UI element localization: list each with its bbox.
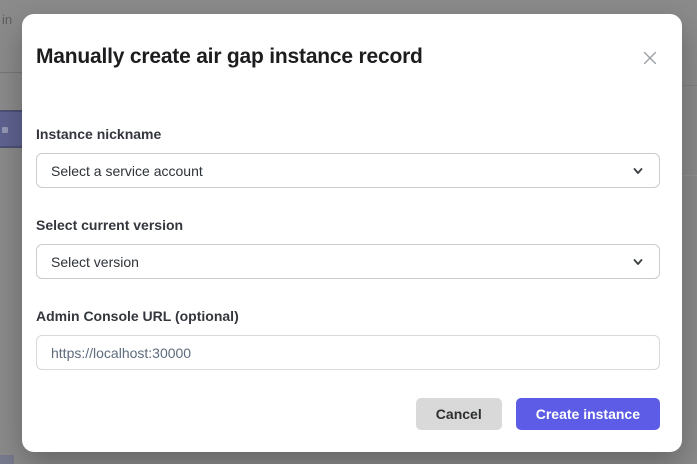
current-version-label: Select current version	[36, 217, 660, 233]
modal-title: Manually create air gap instance record	[36, 44, 423, 70]
background-divider	[0, 72, 22, 73]
admin-console-url-input[interactable]	[36, 335, 660, 370]
background-accent-strip	[0, 110, 22, 148]
instance-nickname-label: Instance nickname	[36, 126, 660, 142]
instance-nickname-select[interactable]: Select a service account	[36, 153, 660, 188]
instance-nickname-select-value: Select a service account	[51, 163, 203, 179]
close-button[interactable]	[640, 48, 660, 68]
close-icon	[642, 54, 658, 69]
modal-header: Manually create air gap instance record	[36, 44, 660, 70]
modal-form: Instance nickname Select a service accou…	[36, 126, 660, 370]
current-version-select-value: Select version	[51, 254, 139, 270]
modal-actions: Cancel Create instance	[36, 398, 660, 430]
cancel-button[interactable]: Cancel	[416, 398, 502, 430]
current-version-select[interactable]: Select version	[36, 244, 660, 279]
admin-console-url-label: Admin Console URL (optional)	[36, 308, 660, 324]
background-accent-fragment	[0, 455, 14, 464]
background-divider	[682, 85, 697, 86]
background-divider	[682, 175, 697, 176]
background-strip-glyph	[2, 127, 8, 133]
chevron-down-icon	[631, 255, 645, 269]
background-page-text-fragment: in	[2, 12, 12, 27]
create-instance-button[interactable]: Create instance	[516, 398, 660, 430]
chevron-down-icon	[631, 164, 645, 178]
create-air-gap-instance-modal: Manually create air gap instance record …	[22, 14, 682, 452]
